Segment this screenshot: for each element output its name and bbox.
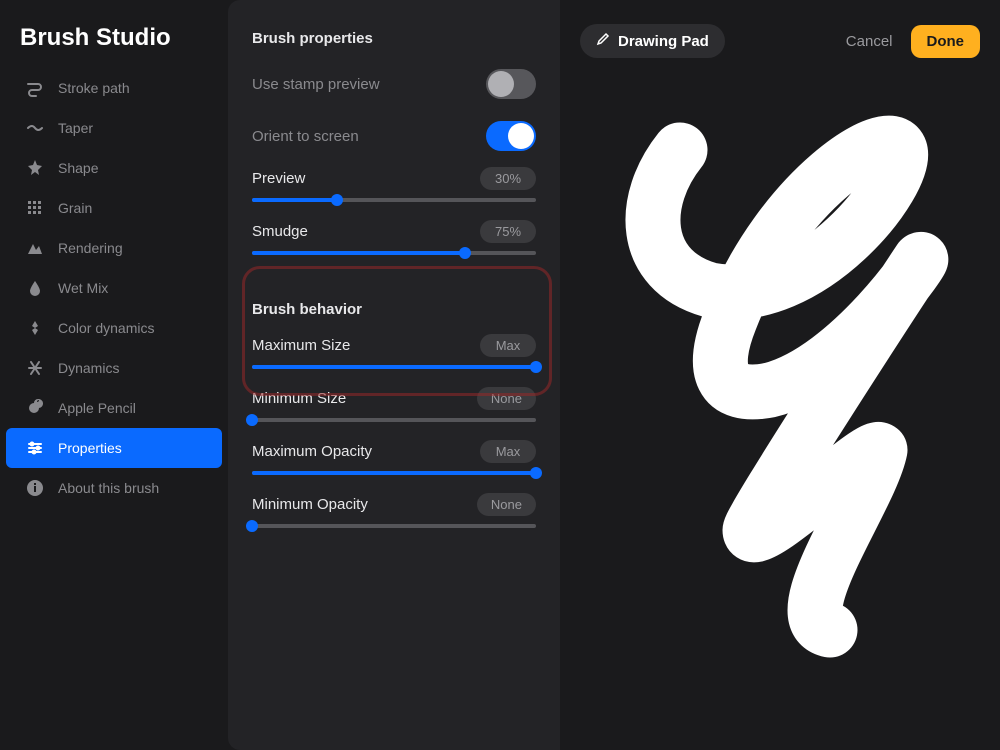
sidebar-item-label: About this brush [58, 480, 159, 496]
sidebar-item-label: Grain [58, 200, 92, 216]
done-button[interactable]: Done [911, 25, 981, 58]
sidebar-item-wet-mix[interactable]: Wet Mix [6, 268, 222, 308]
row-max-size: Maximum Size Max [252, 334, 536, 369]
sidebar-item-label: Taper [58, 120, 93, 136]
sidebar-item-about[interactable]: About this brush [6, 468, 222, 508]
properties-panel: Brush properties Use stamp preview Orien… [228, 0, 560, 750]
max-opacity-slider[interactable] [252, 471, 536, 475]
sidebar-item-label: Wet Mix [58, 280, 108, 296]
smudge-label: Smudge [252, 223, 308, 240]
sidebar-item-label: Color dynamics [58, 320, 154, 336]
min-opacity-slider[interactable] [252, 524, 536, 528]
row-max-opacity: Maximum Opacity Max [252, 440, 536, 475]
row-min-size: Minimum Size None [252, 387, 536, 422]
grain-icon [26, 199, 44, 217]
min-size-slider[interactable] [252, 418, 536, 422]
sidebar-item-dynamics[interactable]: Dynamics [6, 348, 222, 388]
shape-icon [26, 159, 44, 177]
about-icon [26, 479, 44, 497]
apple-pencil-icon [26, 399, 44, 417]
canvas-panel: Drawing Pad Cancel Done [560, 0, 1000, 750]
app-title: Brush Studio [0, 24, 228, 68]
dynamics-icon [26, 359, 44, 377]
row-orient-to-screen: Orient to screen [252, 115, 536, 167]
sidebar-item-label: Rendering [58, 240, 123, 256]
max-size-value: Max [480, 334, 536, 357]
min-size-value: None [477, 387, 536, 410]
orient-to-screen-label: Orient to screen [252, 128, 359, 145]
sidebar-item-apple-pencil[interactable]: Apple Pencil [6, 388, 222, 428]
preview-label: Preview [252, 170, 305, 187]
sidebar-item-grain[interactable]: Grain [6, 188, 222, 228]
sidebar-item-shape[interactable]: Shape [6, 148, 222, 188]
use-stamp-preview-label: Use stamp preview [252, 76, 380, 93]
properties-icon [26, 439, 44, 457]
section-title-brush-behavior: Brush behavior [252, 301, 536, 318]
sidebar-item-label: Shape [58, 160, 98, 176]
min-opacity-value: None [477, 493, 536, 516]
max-opacity-value: Max [480, 440, 536, 463]
smudge-value: 75% [480, 220, 536, 243]
brush-stroke-preview[interactable] [560, 90, 1000, 690]
sidebar-item-label: Apple Pencil [58, 400, 136, 416]
smudge-slider[interactable] [252, 251, 536, 255]
use-stamp-preview-toggle[interactable] [486, 69, 536, 99]
taper-icon [26, 119, 44, 137]
drawing-pad-label: Drawing Pad [618, 33, 709, 50]
row-smudge: Smudge 75% [252, 220, 536, 255]
sidebar-item-label: Stroke path [58, 80, 130, 96]
wet-mix-icon [26, 279, 44, 297]
color-dynamics-icon [26, 319, 44, 337]
orient-to-screen-toggle[interactable] [486, 121, 536, 151]
preview-value: 30% [480, 167, 536, 190]
sidebar-item-properties[interactable]: Properties [6, 428, 222, 468]
sidebar-item-taper[interactable]: Taper [6, 108, 222, 148]
stroke-path-icon [26, 79, 44, 97]
topbar: Drawing Pad Cancel Done [560, 0, 1000, 58]
section-title-brush-properties: Brush properties [252, 30, 536, 47]
sidebar-item-stroke-path[interactable]: Stroke path [6, 68, 222, 108]
max-size-label: Maximum Size [252, 337, 350, 354]
sidebar-item-label: Properties [58, 440, 122, 456]
row-use-stamp-preview: Use stamp preview [252, 63, 536, 115]
drawing-pad-button[interactable]: Drawing Pad [580, 24, 725, 58]
row-min-opacity: Minimum Opacity None [252, 493, 536, 528]
sidebar: Brush Studio Stroke path Taper Shape Gra… [0, 0, 228, 750]
max-opacity-label: Maximum Opacity [252, 443, 372, 460]
min-opacity-label: Minimum Opacity [252, 496, 368, 513]
row-preview: Preview 30% [252, 167, 536, 202]
max-size-slider[interactable] [252, 365, 536, 369]
rendering-icon [26, 239, 44, 257]
sidebar-item-color-dynamics[interactable]: Color dynamics [6, 308, 222, 348]
sidebar-item-label: Dynamics [58, 360, 119, 376]
cancel-button[interactable]: Cancel [846, 33, 893, 50]
sidebar-item-rendering[interactable]: Rendering [6, 228, 222, 268]
edit-icon [596, 32, 610, 50]
min-size-label: Minimum Size [252, 390, 346, 407]
preview-slider[interactable] [252, 198, 536, 202]
